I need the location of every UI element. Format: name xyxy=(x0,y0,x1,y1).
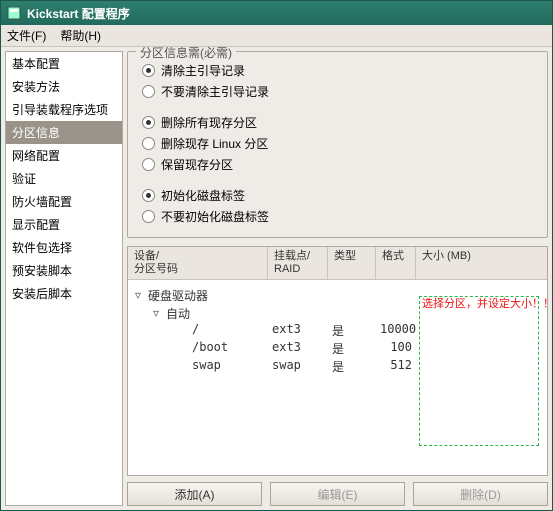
radio-icon xyxy=(142,210,155,223)
radio-keep-parts[interactable]: 保留现存分区 xyxy=(138,154,537,175)
th-device[interactable]: 设备/ 分区号码 xyxy=(128,247,268,279)
sidebar-item-basic[interactable]: 基本配置 xyxy=(6,52,122,75)
radio-remove-all[interactable]: 删除所有现存分区 xyxy=(138,112,537,133)
tree-label: 硬盘驱动器 xyxy=(148,287,208,304)
expand-icon[interactable]: ▿ xyxy=(150,306,162,320)
app-window: Kickstart 配置程序 文件(F) 帮助(H) 基本配置 安装方法 引导装… xyxy=(0,0,553,511)
radio-label: 初始化磁盘标签 xyxy=(161,187,245,204)
th-format[interactable]: 格式 xyxy=(376,247,416,279)
cell-fmt: 是 xyxy=(332,322,380,340)
radio-label: 清除主引导记录 xyxy=(161,62,245,79)
sidebar-item-auth[interactable]: 验证 xyxy=(6,167,122,190)
radio-icon xyxy=(142,64,155,77)
cell-mount: /boot xyxy=(132,340,272,358)
radio-label: 删除现存 Linux 分区 xyxy=(161,135,268,152)
titlebar[interactable]: Kickstart 配置程序 xyxy=(1,1,552,25)
sidebar-item-bootloader[interactable]: 引导装载程序选项 xyxy=(6,98,122,121)
sidebar-item-partition[interactable]: 分区信息 xyxy=(6,121,122,144)
cell-size: 512 xyxy=(380,358,420,376)
radio-icon xyxy=(142,158,155,171)
sidebar-item-network[interactable]: 网络配置 xyxy=(6,144,122,167)
table-header: 设备/ 分区号码 挂载点/ RAID 类型 格式 大小 (MB) xyxy=(128,247,547,280)
body: 基本配置 安装方法 引导装载程序选项 分区信息 网络配置 验证 防火墙配置 显示… xyxy=(1,47,552,510)
cell-size: 100 xyxy=(380,340,420,358)
edit-button[interactable]: 编辑(E) xyxy=(270,482,405,506)
radio-init-label[interactable]: 初始化磁盘标签 xyxy=(138,185,537,206)
th-mount[interactable]: 挂载点/ RAID xyxy=(268,247,328,279)
annotation-text: 选择分区，并设定大小！！ xyxy=(422,295,547,311)
partition-groupbox: 分区信息需(必需) 清除主引导记录 不要清除主引导记录 删除所有现存分区 xyxy=(127,51,548,238)
menu-file[interactable]: 文件(F) xyxy=(7,27,46,44)
th-type[interactable]: 类型 xyxy=(328,247,376,279)
tree-label: 自动 xyxy=(166,305,190,322)
groupbox-legend: 分区信息需(必需) xyxy=(136,47,236,61)
radio-label: 不要初始化磁盘标签 xyxy=(161,208,269,225)
table-body: ▿ 硬盘驱动器 ▿ 自动 / ext3 是 10000 xyxy=(128,280,547,475)
radio-keep-mbr[interactable]: 不要清除主引导记录 xyxy=(138,81,537,102)
partition-table: 设备/ 分区号码 挂载点/ RAID 类型 格式 大小 (MB) ▿ 硬盘驱动器… xyxy=(127,246,548,476)
sidebar-item-install[interactable]: 安装方法 xyxy=(6,75,122,98)
main-panel: 分区信息需(必需) 清除主引导记录 不要清除主引导记录 删除所有现存分区 xyxy=(125,47,552,510)
cell-mount: swap xyxy=(132,358,272,376)
cell-type: ext3 xyxy=(272,340,332,358)
button-bar: 添加(A) 编辑(E) 删除(D) xyxy=(127,476,548,506)
radio-label: 不要清除主引导记录 xyxy=(161,83,269,100)
sidebar-item-display[interactable]: 显示配置 xyxy=(6,213,122,236)
sidebar-item-postscript[interactable]: 安装后脚本 xyxy=(6,282,122,305)
add-button[interactable]: 添加(A) xyxy=(127,482,262,506)
radio-clear-mbr[interactable]: 清除主引导记录 xyxy=(138,60,537,81)
cell-fmt: 是 xyxy=(332,358,380,376)
cell-mount: / xyxy=(132,322,272,340)
delete-button[interactable]: 删除(D) xyxy=(413,482,548,506)
radio-icon xyxy=(142,189,155,202)
menu-help[interactable]: 帮助(H) xyxy=(60,27,101,44)
radio-icon xyxy=(142,116,155,129)
sidebar: 基本配置 安装方法 引导装载程序选项 分区信息 网络配置 验证 防火墙配置 显示… xyxy=(5,51,123,506)
radio-remove-linux[interactable]: 删除现存 Linux 分区 xyxy=(138,133,537,154)
radio-noinit-label[interactable]: 不要初始化磁盘标签 xyxy=(138,206,537,227)
expand-icon[interactable]: ▿ xyxy=(132,288,144,302)
radio-icon xyxy=(142,137,155,150)
cell-fmt: 是 xyxy=(332,340,380,358)
th-size[interactable]: 大小 (MB) xyxy=(416,247,547,279)
cell-type: swap xyxy=(272,358,332,376)
radio-label: 保留现存分区 xyxy=(161,156,233,173)
sidebar-item-packages[interactable]: 软件包选择 xyxy=(6,236,122,259)
radio-icon xyxy=(142,85,155,98)
cell-size: 10000 xyxy=(380,322,420,340)
annotation-box: 选择分区，并设定大小！！ xyxy=(419,296,539,446)
sidebar-item-firewall[interactable]: 防火墙配置 xyxy=(6,190,122,213)
sidebar-item-prescript[interactable]: 预安装脚本 xyxy=(6,259,122,282)
window-title: Kickstart 配置程序 xyxy=(27,5,130,22)
app-icon xyxy=(7,6,21,20)
cell-type: ext3 xyxy=(272,322,332,340)
radio-label: 删除所有现存分区 xyxy=(161,114,257,131)
menubar: 文件(F) 帮助(H) xyxy=(1,25,552,47)
